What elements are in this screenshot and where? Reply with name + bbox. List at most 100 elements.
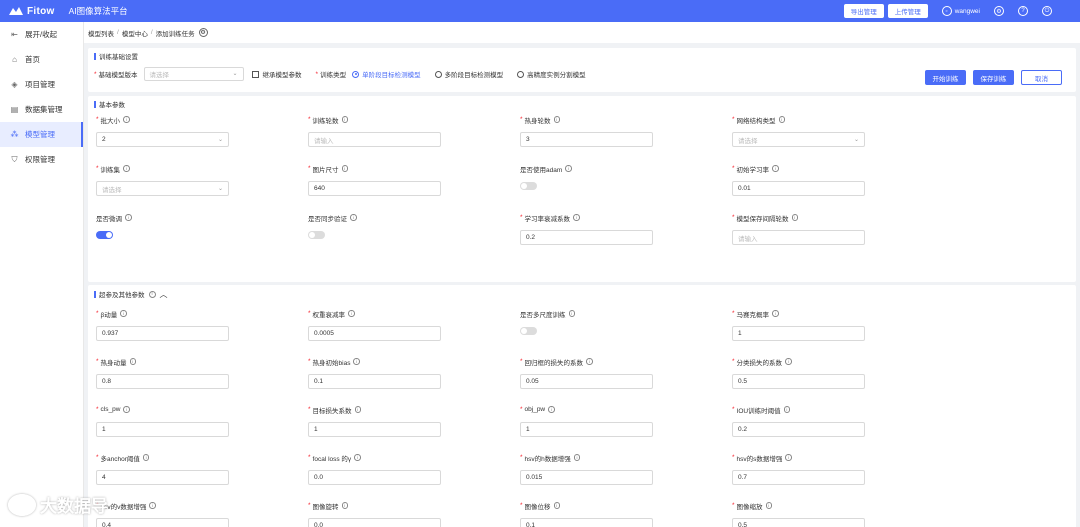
info-icon[interactable]: i	[586, 358, 593, 365]
info-icon[interactable]: i	[791, 214, 799, 221]
base-model-label: * 基础模型版本	[94, 70, 138, 80]
chevron-up-icon[interactable]: ︿	[160, 289, 168, 300]
param-input[interactable]: 0.2	[520, 230, 653, 245]
fitow-logo-icon	[9, 7, 23, 15]
info-icon[interactable]: i	[765, 502, 773, 509]
param-label: * 初始学习率 i	[732, 164, 865, 174]
chevron-down-icon: ⌄	[217, 137, 223, 143]
breadcrumb-model-center[interactable]: 模型中心	[122, 28, 148, 38]
info-icon[interactable]: i	[785, 358, 792, 365]
radio-single-stage[interactable]	[352, 70, 360, 78]
param-input[interactable]: 1	[520, 422, 653, 437]
toggle-switch[interactable]	[520, 182, 537, 190]
info-icon[interactable]: i	[772, 165, 779, 172]
param-input[interactable]: 0.7	[732, 470, 865, 485]
info-icon[interactable]: i	[129, 358, 137, 365]
app-logo[interactable]: Fitow	[8, 6, 55, 17]
info-icon[interactable]: i	[125, 214, 132, 221]
info-icon[interactable]: i	[341, 116, 349, 123]
param-input[interactable]: 请输入	[732, 230, 865, 245]
help-icon[interactable]: ?	[1018, 6, 1028, 16]
info-icon[interactable]: i	[149, 502, 156, 509]
param-input[interactable]: 0.015	[520, 470, 653, 485]
param-input[interactable]: 0.5	[732, 374, 865, 389]
breadcrumb-model-list[interactable]: 模型列表	[88, 28, 114, 38]
param-input[interactable]: 0.0005	[308, 326, 441, 341]
info-icon[interactable]: i	[341, 502, 349, 509]
param-input[interactable]: 0.05	[520, 374, 653, 389]
upload-management-button[interactable]: 上传管理	[887, 4, 928, 18]
section-title: 超参及其他参数	[99, 292, 145, 299]
save-training-button[interactable]: 保存训练	[973, 70, 1014, 85]
param-input[interactable]: 640	[308, 181, 441, 196]
info-icon[interactable]: i	[568, 310, 575, 317]
info-icon[interactable]: i	[120, 310, 127, 317]
param-input[interactable]: 请输入	[308, 132, 441, 147]
info-icon[interactable]: i	[123, 406, 130, 413]
info-icon[interactable]: i	[772, 310, 779, 317]
param-input[interactable]: 0.4	[96, 518, 229, 527]
gear-icon[interactable]: ⚙	[198, 28, 208, 37]
logo-text: Fitow	[27, 5, 55, 17]
info-icon[interactable]: i	[341, 165, 349, 172]
param-input[interactable]: 0.1	[308, 374, 441, 389]
info-icon[interactable]: i	[123, 116, 130, 123]
info-icon[interactable]: i	[354, 406, 362, 413]
param-input[interactable]: 4	[96, 470, 229, 485]
info-icon[interactable]: i	[573, 454, 581, 461]
param-input[interactable]: 0.2	[732, 422, 865, 437]
info-icon[interactable]: i	[142, 454, 150, 461]
param-input[interactable]: 0.1	[520, 518, 653, 527]
info-icon[interactable]: i	[354, 454, 361, 461]
sidebar-item-models[interactable]: ⁂ 模型管理	[0, 122, 83, 147]
base-model-select[interactable]: 请选择 ⌄	[143, 67, 244, 81]
param-label: * 热身轮数 i	[520, 115, 653, 125]
settings-icon[interactable]: ⚙	[994, 6, 1004, 16]
info-icon[interactable]: i	[353, 358, 360, 365]
info-icon[interactable]: i	[148, 290, 156, 298]
param-input[interactable]: 0.937	[96, 326, 229, 341]
power-icon[interactable]: ⏻	[1042, 6, 1052, 16]
toggle-switch[interactable]	[520, 327, 537, 335]
param-input[interactable]: 0.01	[732, 181, 865, 196]
info-icon[interactable]: i	[553, 502, 561, 509]
radio-instance-seg[interactable]	[517, 70, 525, 78]
param-select[interactable]: 请选择 ⌄	[732, 132, 865, 147]
info-icon[interactable]: i	[778, 116, 786, 123]
sidebar-item-datasets[interactable]: ▤ 数据集管理	[0, 97, 83, 122]
sidebar-item-home[interactable]: ⌂ 首页	[0, 47, 83, 72]
param-value: 请输入	[738, 235, 758, 243]
toggle-switch[interactable]	[308, 231, 325, 239]
param-select[interactable]: 2 ⌄	[96, 132, 229, 147]
inherit-params-checkbox[interactable]	[251, 70, 259, 78]
info-icon[interactable]: i	[350, 214, 357, 221]
info-icon[interactable]: i	[573, 214, 580, 221]
param-field: 是否使用adam i	[520, 164, 572, 190]
info-icon[interactable]: i	[548, 406, 555, 413]
user-menu[interactable]: ◦ wangwei	[941, 6, 980, 16]
param-input[interactable]: 3	[520, 132, 653, 147]
param-input[interactable]: 0.8	[96, 374, 229, 389]
cancel-button[interactable]: 取消	[1021, 70, 1062, 85]
sidebar-item-permissions[interactable]: ⛉ 权限管理	[0, 147, 83, 172]
export-management-button[interactable]: 导出管理	[843, 4, 884, 18]
info-icon[interactable]: i	[123, 165, 130, 172]
info-icon[interactable]: i	[348, 310, 355, 317]
info-icon[interactable]: i	[785, 454, 792, 461]
param-input[interactable]: 1	[308, 422, 441, 437]
param-label: 是否微调 i	[96, 213, 132, 223]
start-training-button[interactable]: 开始训练	[925, 70, 966, 85]
info-icon[interactable]: i	[565, 165, 572, 172]
toggle-switch[interactable]	[96, 231, 113, 239]
param-input[interactable]: 1	[732, 326, 865, 341]
param-input[interactable]: 0.0	[308, 470, 441, 485]
param-input[interactable]: 1	[96, 422, 229, 437]
param-input[interactable]: 0.0	[308, 518, 441, 527]
param-input[interactable]: 0.5	[732, 518, 865, 527]
radio-multi-stage[interactable]	[434, 70, 442, 78]
sidebar-item-projects[interactable]: ◈ 项目管理	[0, 72, 83, 97]
info-icon[interactable]: i	[553, 116, 561, 123]
param-select[interactable]: 请选择 ⌄	[96, 181, 229, 196]
info-icon[interactable]: i	[783, 406, 791, 413]
sidebar-item-collapse[interactable]: ⇤ 展开/收起	[0, 22, 83, 47]
